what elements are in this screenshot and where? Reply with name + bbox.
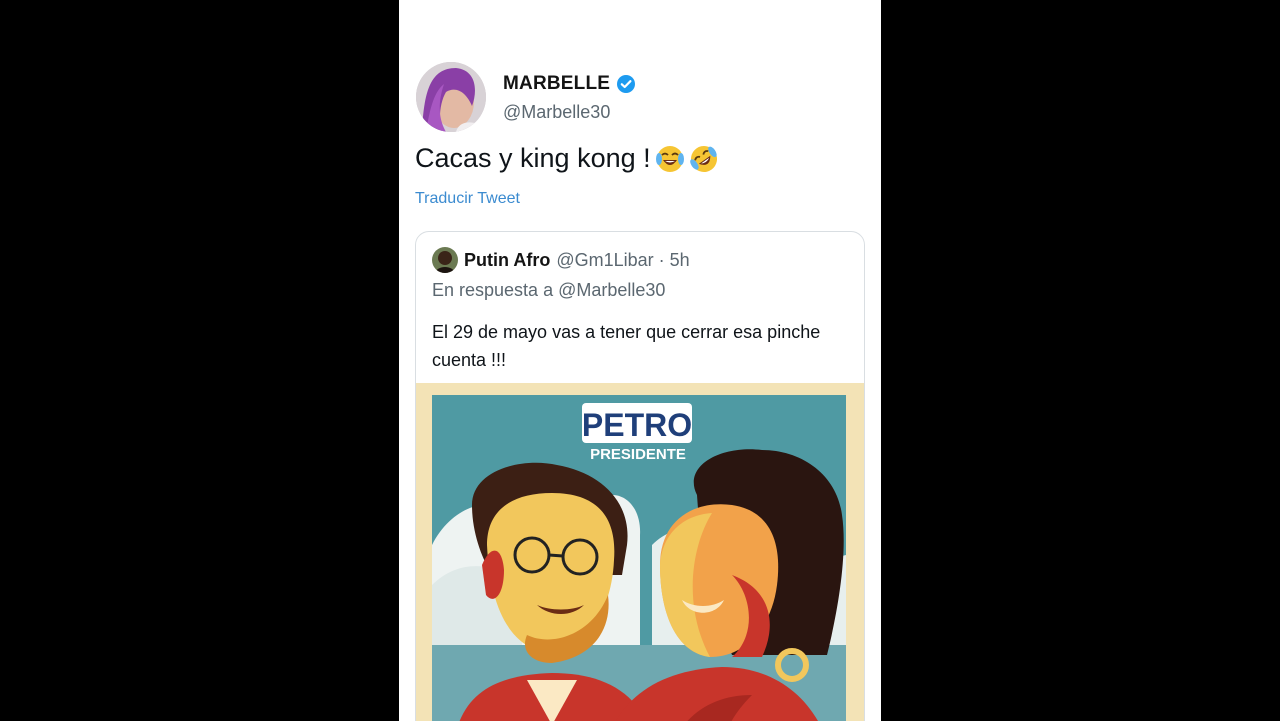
reply-context-prefix: En respuesta a: [432, 280, 554, 300]
author-avatar-image: [416, 62, 486, 132]
face-with-tears-of-joy-icon: [655, 145, 684, 172]
author-handle[interactable]: @Marbelle30: [503, 102, 610, 123]
quoted-tweet-media[interactable]: PETRO PRESIDENTE: [416, 383, 864, 721]
translate-tweet-link[interactable]: Traducir Tweet: [415, 190, 520, 208]
author-name-row: MARBELLE: [503, 72, 636, 96]
tweet-panel: MARBELLE @Marbelle30 Cacas y king kong !: [399, 0, 881, 721]
reply-context: En respuesta a @Marbelle30: [432, 280, 665, 301]
tweet-text-content: Cacas y king kong !: [415, 143, 651, 173]
author-display-name[interactable]: MARBELLE: [503, 73, 610, 95]
tweet-text: Cacas y king kong !: [415, 143, 719, 174]
quoted-author-handle[interactable]: @Gm1Libar: [556, 250, 653, 271]
quoted-tweet-header: Putin Afro @Gm1Libar · 5h: [432, 247, 690, 273]
verified-badge-icon: [617, 75, 636, 93]
quoted-author-avatar-image: [432, 247, 458, 273]
campaign-poster-image: PETRO PRESIDENTE: [432, 395, 846, 721]
quoted-tweet-text: El 29 de mayo vas a tener que cerrar esa…: [432, 322, 821, 370]
quoted-author-display-name[interactable]: Putin Afro: [464, 250, 550, 271]
quoted-timestamp[interactable]: 5h: [670, 250, 690, 271]
poster-logo-text: PETRO: [582, 407, 692, 443]
reply-to-handle[interactable]: @Marbelle30: [558, 280, 665, 300]
poster-subtitle: PRESIDENTE: [590, 446, 686, 463]
author-avatar[interactable]: [416, 62, 486, 132]
quoted-tweet-card[interactable]: Putin Afro @Gm1Libar · 5h En respuesta a…: [415, 231, 865, 721]
quoted-author-avatar[interactable]: [432, 247, 458, 273]
quoted-separator: ·: [658, 249, 665, 270]
rolling-on-the-floor-laughing-icon: [689, 145, 717, 172]
